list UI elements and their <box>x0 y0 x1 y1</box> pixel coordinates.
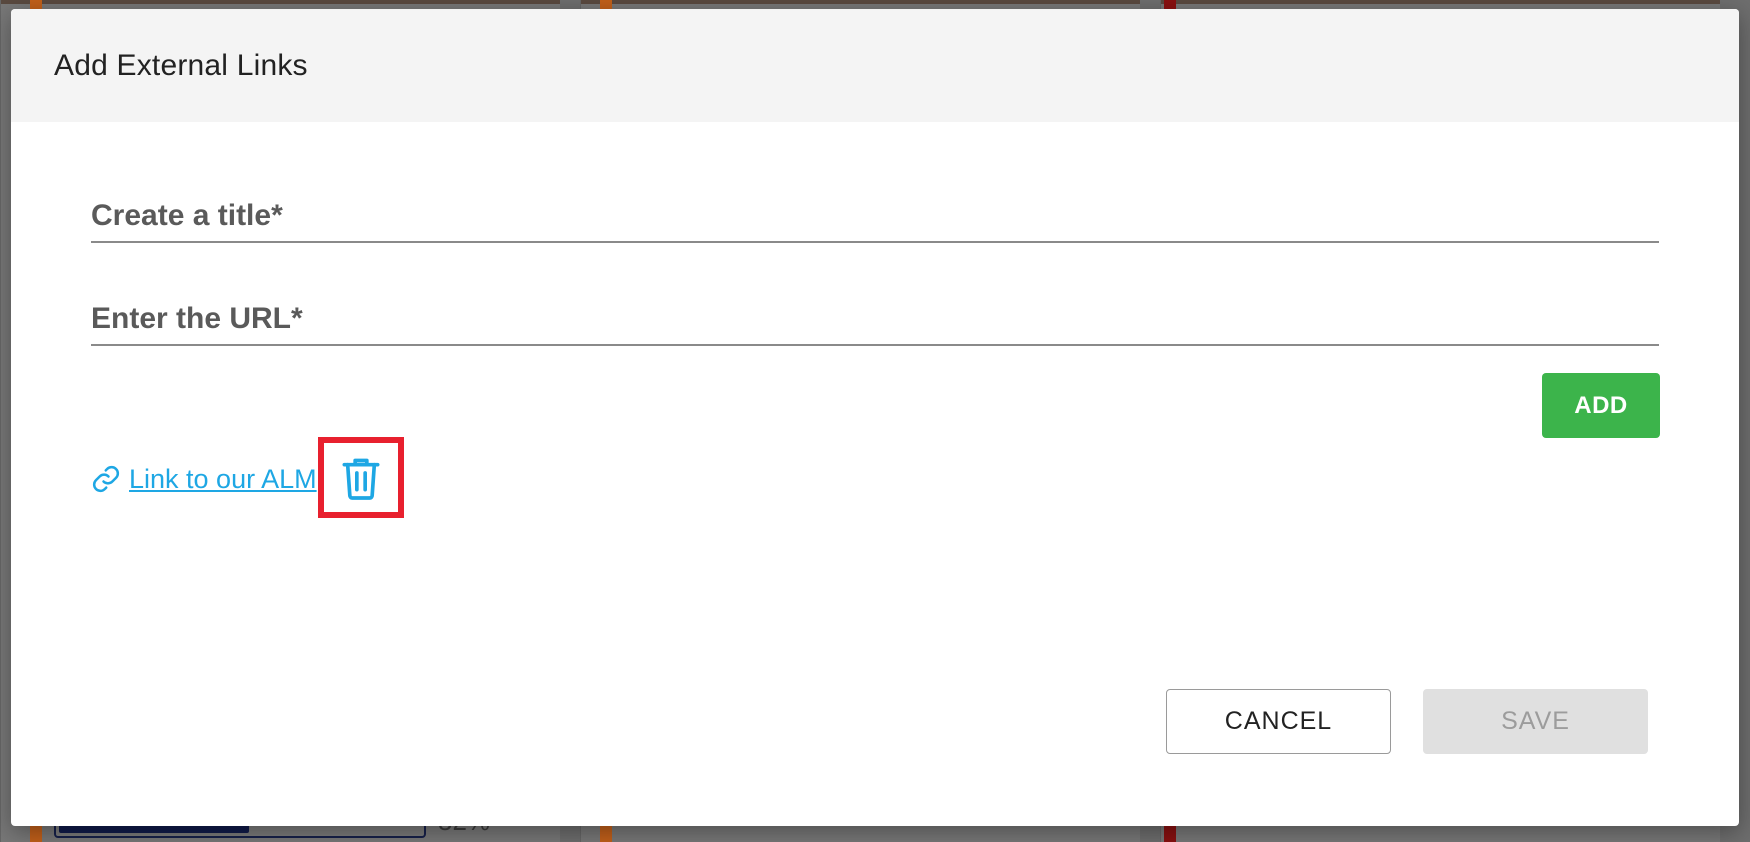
url-field <box>91 302 1659 346</box>
cancel-button[interactable]: CANCEL <box>1166 689 1391 754</box>
link-icon <box>91 464 121 494</box>
external-link[interactable]: Link to our ALM <box>129 464 317 495</box>
save-button[interactable]: SAVE <box>1423 689 1648 754</box>
trash-icon <box>342 458 380 500</box>
url-input[interactable] <box>91 302 1659 344</box>
title-field <box>91 199 1659 243</box>
add-external-links-dialog: Add External Links ADD Link to our ALM C… <box>11 9 1739 826</box>
link-item: Link to our ALM <box>91 459 317 499</box>
add-button[interactable]: ADD <box>1542 373 1660 438</box>
dialog-header: Add External Links <box>11 9 1739 122</box>
dialog-title: Add External Links <box>54 48 308 82</box>
delete-link-button[interactable] <box>318 437 404 518</box>
title-input[interactable] <box>91 199 1659 241</box>
